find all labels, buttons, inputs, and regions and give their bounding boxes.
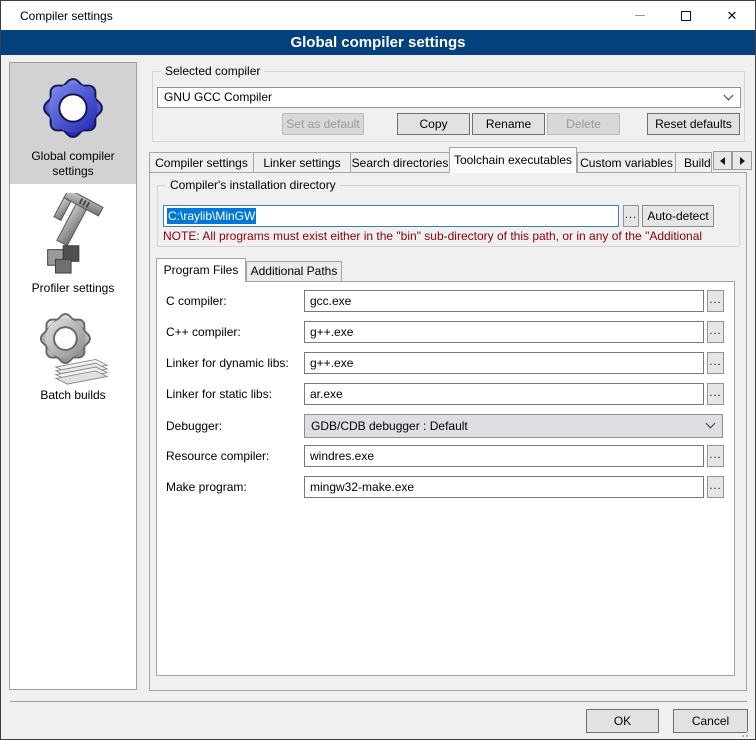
- linker-static-label: Linker for static libs:: [166, 387, 272, 401]
- sidebar-item-batch-builds[interactable]: Batch builds: [10, 306, 136, 419]
- sidebar-item-profiler-settings[interactable]: Profiler settings: [10, 187, 136, 304]
- tab-additional-paths[interactable]: Additional Paths: [246, 261, 342, 282]
- sidebar-item-label: Global compiler settings: [10, 149, 136, 179]
- gray-gear-icon: [35, 312, 111, 386]
- c-compiler-browse-button[interactable]: ...: [707, 290, 724, 312]
- install-dir-group-label: Compiler's installation directory: [166, 178, 340, 192]
- window-controls: ✕: [617, 1, 755, 30]
- compiler-select-value: GNU GCC Compiler: [164, 90, 272, 104]
- caliper-icon: [34, 193, 112, 279]
- copy-button[interactable]: Copy: [397, 113, 470, 135]
- sidebar-item-label: Batch builds: [10, 388, 136, 403]
- sidebar-item-global-compiler-settings[interactable]: Global compiler settings: [10, 63, 136, 184]
- tab-custom-variables[interactable]: Custom variables: [577, 152, 676, 173]
- tab-toolchain-executables[interactable]: Toolchain executables: [449, 147, 577, 173]
- make-program-input[interactable]: mingw32-make.exe: [304, 476, 704, 498]
- debugger-label: Debugger:: [166, 419, 222, 433]
- chevron-down-icon: [724, 90, 734, 100]
- linker-dynamic-input[interactable]: g++.exe: [304, 352, 704, 374]
- footer-separator: [10, 701, 747, 702]
- resize-grip[interactable]: [746, 731, 748, 733]
- minimize-button[interactable]: [617, 1, 663, 30]
- linker-dynamic-browse-button[interactable]: ...: [707, 352, 724, 374]
- linker-static-input[interactable]: ar.exe: [304, 383, 704, 405]
- maximize-icon: [681, 11, 691, 21]
- tab-program-files[interactable]: Program Files: [156, 258, 246, 282]
- linker-static-browse-button[interactable]: ...: [707, 383, 724, 405]
- reset-defaults-button[interactable]: Reset defaults: [647, 113, 740, 135]
- autodetect-button[interactable]: Auto-detect: [642, 205, 714, 227]
- page-title: Global compiler settings: [1, 30, 755, 55]
- note-text: NOTE: All programs must exist either in …: [163, 229, 737, 244]
- resource-compiler-input[interactable]: windres.exe: [304, 445, 704, 467]
- install-dir-browse-button[interactable]: ...: [623, 205, 639, 227]
- blue-gear-icon: [34, 69, 112, 147]
- minimize-icon: [635, 15, 645, 16]
- rename-button[interactable]: Rename: [472, 113, 545, 135]
- tab-linker-settings[interactable]: Linker settings: [253, 152, 351, 173]
- debugger-select[interactable]: GDB/CDB debugger : Default: [304, 414, 723, 438]
- tab-scroll-left-button[interactable]: [713, 151, 732, 170]
- close-button[interactable]: ✕: [709, 1, 755, 30]
- resource-compiler-browse-button[interactable]: ...: [707, 445, 724, 467]
- delete-button[interactable]: Delete: [547, 113, 620, 135]
- titlebar: Compiler settings ✕: [1, 1, 755, 30]
- chevron-down-icon: [706, 419, 716, 429]
- close-icon: ✕: [727, 9, 738, 22]
- scroll-left-icon: [720, 157, 725, 165]
- scroll-right-icon: [740, 157, 745, 165]
- resource-compiler-label: Resource compiler:: [166, 449, 269, 463]
- compiler-select[interactable]: GNU GCC Compiler: [157, 87, 741, 108]
- install-dir-selected-text: C:\raylib\MinGW: [167, 208, 256, 224]
- cpp-compiler-label: C++ compiler:: [166, 325, 241, 339]
- tab-compiler-settings[interactable]: Compiler settings: [149, 152, 254, 173]
- cancel-button[interactable]: Cancel: [673, 709, 748, 733]
- make-program-label: Make program:: [166, 480, 247, 494]
- ok-button[interactable]: OK: [586, 709, 659, 733]
- install-dir-input[interactable]: C:\raylib\MinGW: [163, 205, 619, 227]
- cpp-compiler-input[interactable]: g++.exe: [304, 321, 704, 343]
- debugger-select-value: GDB/CDB debugger : Default: [311, 419, 468, 433]
- set-as-default-button[interactable]: Set as default: [282, 113, 364, 135]
- window-title: Compiler settings: [20, 9, 113, 23]
- make-program-browse-button[interactable]: ...: [707, 476, 724, 498]
- tab-search-directories[interactable]: Search directories: [350, 152, 450, 173]
- tab-scroll-right-button[interactable]: [732, 151, 752, 170]
- sidebar-item-label: Profiler settings: [10, 281, 136, 296]
- selected-compiler-group-label: Selected compiler: [161, 64, 264, 78]
- c-compiler-input[interactable]: gcc.exe: [304, 290, 704, 312]
- cpp-compiler-browse-button[interactable]: ...: [707, 321, 724, 343]
- c-compiler-label: C compiler:: [166, 294, 227, 308]
- maximize-button[interactable]: [663, 1, 709, 30]
- tab-build-options[interactable]: Build options: [675, 152, 712, 173]
- compiler-settings-dialog: Compiler settings ✕ Global compiler sett…: [0, 0, 756, 740]
- linker-dynamic-label: Linker for dynamic libs:: [166, 356, 289, 370]
